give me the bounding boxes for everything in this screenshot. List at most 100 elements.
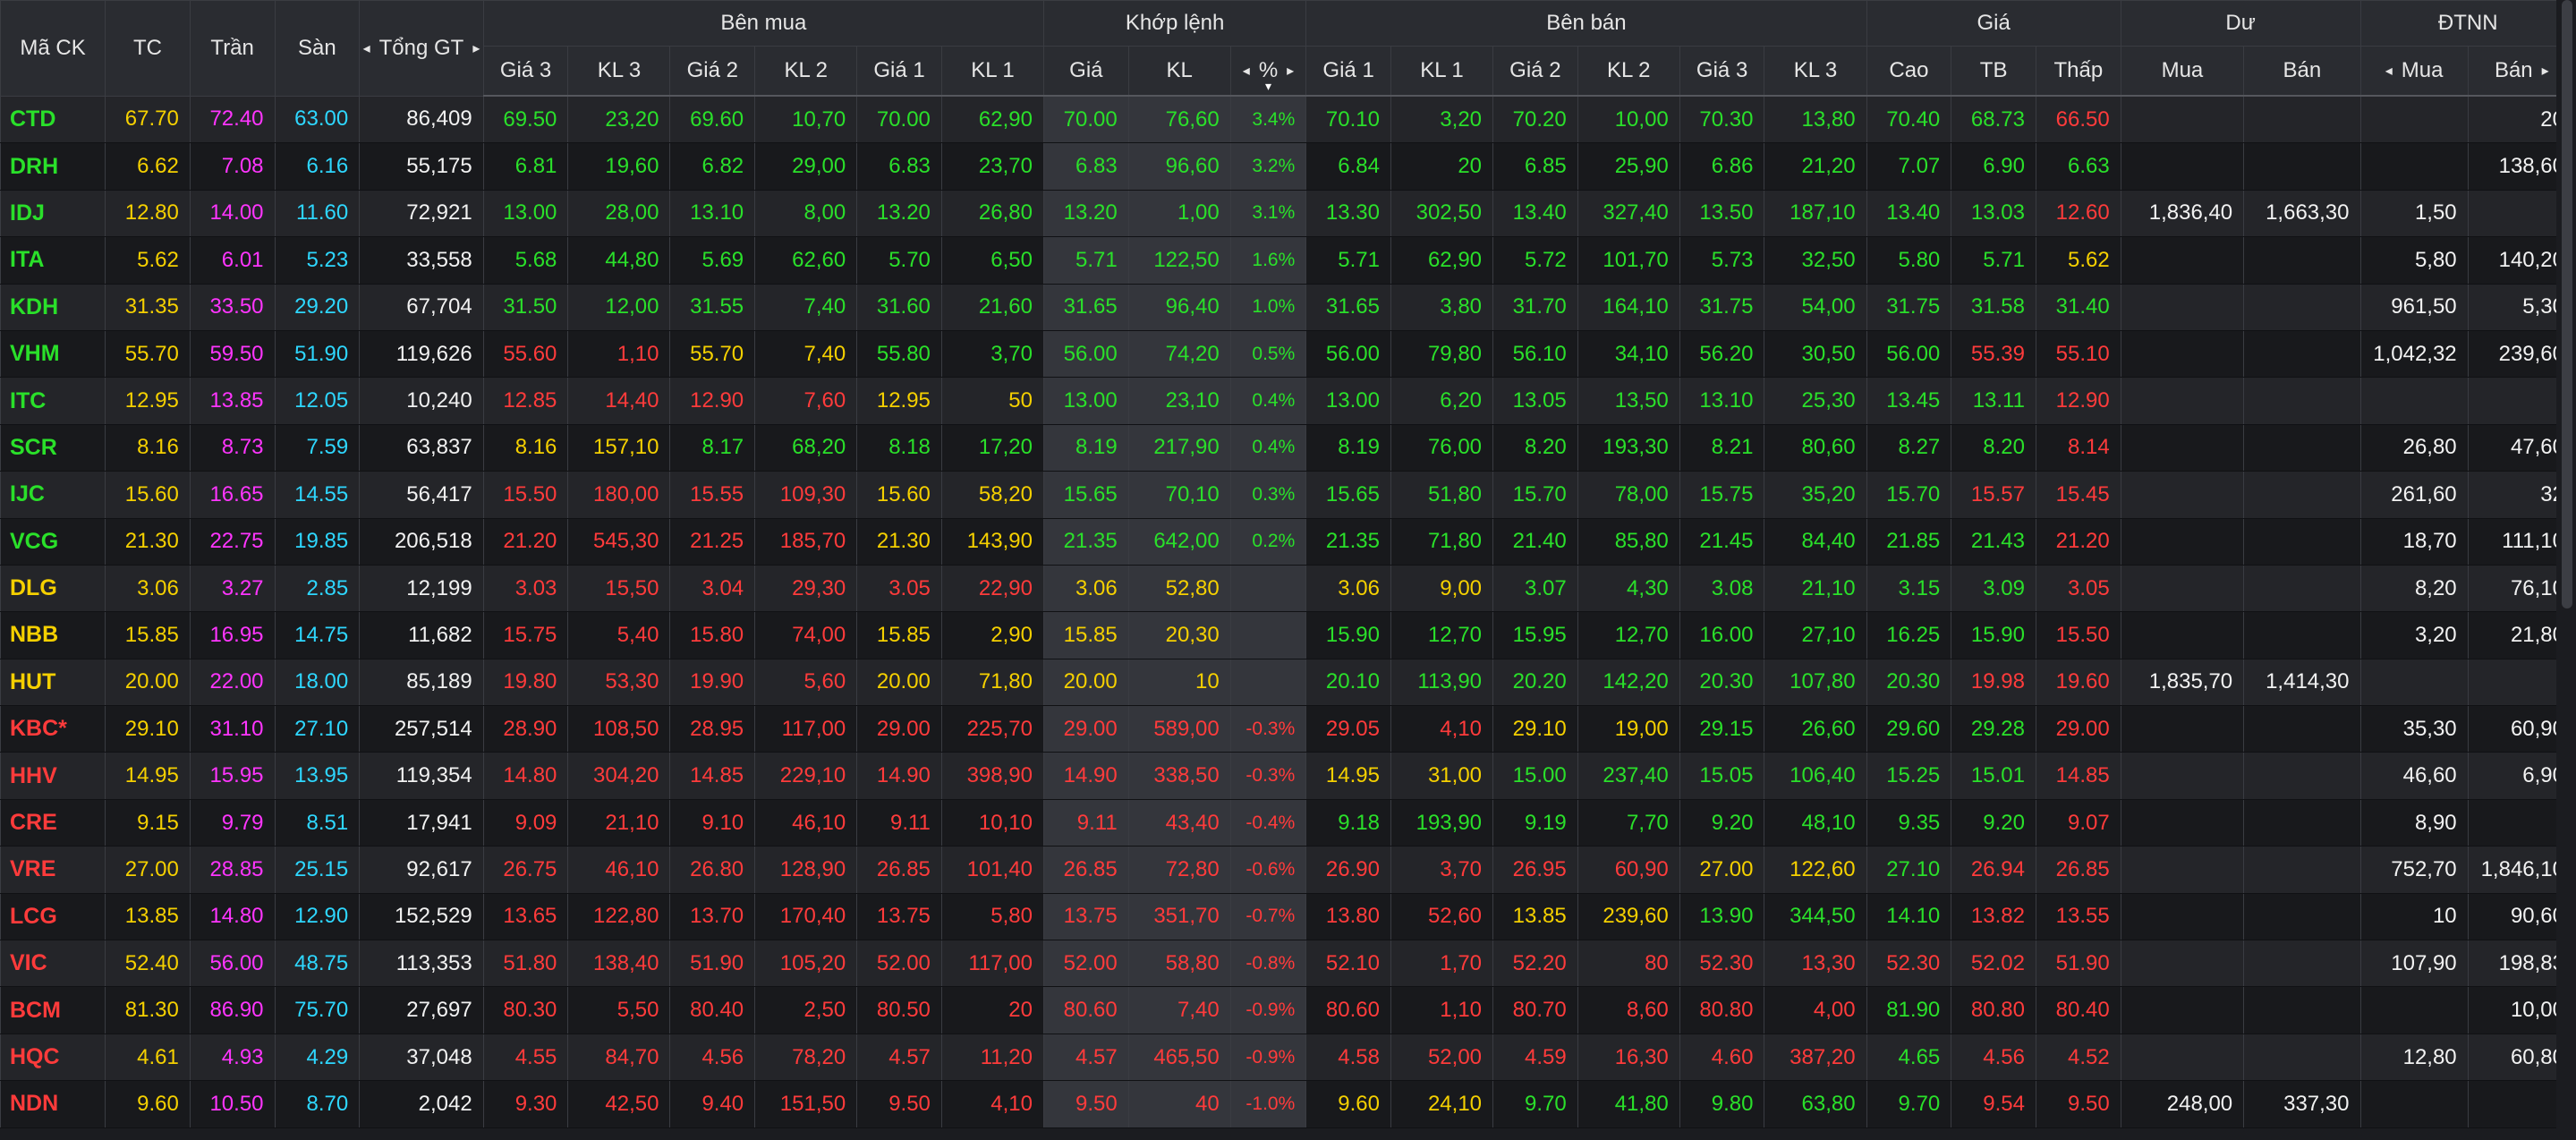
cell-symbol[interactable]: HUT: [0, 659, 106, 707]
cell-sell-vol-2: 164,10: [1577, 284, 1680, 331]
table-row[interactable]: ITA 5.62 6.01 5.23 33,558 5.68 44,80 5.69 62,60 5…: [0, 236, 2576, 285]
table-row[interactable]: KDH 31.35 33.50 29.20 67,704 31.50 12,00 31.55 7…: [0, 284, 2576, 331]
cell-average: 13.82: [1951, 893, 2036, 941]
table-row[interactable]: NBB 15.85 16.95 14.75 11,682 15.75 5,40 15.80 74…: [0, 611, 2576, 659]
toggle-right-icon[interactable]: ▸: [1287, 62, 1294, 80]
col-header-residual-sell[interactable]: Bán: [2243, 46, 2361, 97]
cell-average: 31.58: [1951, 284, 2036, 331]
table-row[interactable]: IJC 15.60 16.65 14.55 56,417 15.50 180,00 15.55…: [0, 471, 2576, 519]
table-row[interactable]: DRH 6.62 7.08 6.16 55,175 6.81 19,60 6.82 29,00 6…: [0, 142, 2576, 191]
cell-symbol[interactable]: HQC: [0, 1034, 106, 1082]
cell-sell-vol-2: 19,00: [1577, 705, 1680, 753]
table-row[interactable]: HQC 4.61 4.93 4.29 37,048 4.55 84,70 4.56 78,20 4…: [0, 1034, 2576, 1082]
col-header-floor[interactable]: Sàn: [274, 0, 361, 97]
cell-symbol[interactable]: IJC: [0, 471, 106, 519]
col-header-sell-price-2[interactable]: Giá 2: [1492, 46, 1578, 97]
vertical-scrollbar[interactable]: [2556, 0, 2576, 1140]
cell-buy-price-3: 80.30: [482, 986, 569, 1034]
table-row[interactable]: SCR 8.16 8.73 7.59 63,837 8.16 157,10 8.17 68,20…: [0, 424, 2576, 472]
table-row[interactable]: VCG 21.30 22.75 19.85 206,518 21.20 545,30 21.2…: [0, 518, 2576, 566]
col-header-ceiling[interactable]: Trần: [189, 0, 276, 97]
cell-symbol[interactable]: CTD: [0, 96, 106, 144]
foreign-right-icon[interactable]: ▸: [2542, 62, 2549, 80]
col-header-match-vol[interactable]: KL: [1127, 46, 1231, 97]
cell-sell-vol-3: 27,10: [1764, 611, 1867, 659]
col-header-sell-vol-2[interactable]: KL 2: [1577, 46, 1680, 97]
table-row[interactable]: ITC 12.95 13.85 12.05 10,240 12.85 14,40 12.90 7…: [0, 377, 2576, 425]
cell-symbol[interactable]: ITA: [0, 236, 106, 285]
table-row[interactable]: BCM 81.30 86.90 75.70 27,697 80.30 5,50 80.40 2,…: [0, 986, 2576, 1034]
cell-symbol[interactable]: VCG: [0, 518, 106, 566]
table-row[interactable]: CTD 67.70 72.40 63.00 86,409 69.50 23,20 69.60 1…: [0, 96, 2576, 144]
cell-symbol[interactable]: NDN: [0, 1080, 106, 1128]
table-row[interactable]: NDN 9.60 10.50 8.70 2,042 9.30 42,50 9.40 151,50…: [0, 1080, 2576, 1128]
scroll-left-icon[interactable]: ◂: [363, 39, 370, 57]
foreign-left-icon[interactable]: ◂: [2385, 62, 2393, 80]
col-header-sell-vol-1[interactable]: KL 1: [1390, 46, 1494, 97]
table-row[interactable]: DLG 3.06 3.27 2.85 12,199 3.03 15,50 3.04 29,30 3…: [0, 565, 2576, 613]
cell-ceiling: 8.73: [189, 424, 276, 472]
table-row[interactable]: VHM 55.70 59.50 51.90 119,626 55.60 1,10 55.70 7…: [0, 330, 2576, 379]
col-header-match-price[interactable]: Giá: [1042, 46, 1129, 97]
cell-symbol[interactable]: ITC: [0, 377, 106, 425]
cell-residual-buy: [2120, 705, 2245, 753]
col-header-symbol[interactable]: Mã CK: [0, 0, 106, 97]
table-row[interactable]: KBC* 29.10 31.10 27.10 257,514 28.90 108,50 28.…: [0, 705, 2576, 753]
col-header-sell-price-1[interactable]: Giá 1: [1305, 46, 1391, 97]
col-header-total-value[interactable]: ◂ Tổng GT ▸: [359, 0, 484, 97]
cell-symbol[interactable]: DLG: [0, 565, 106, 613]
col-header-average[interactable]: TB: [1951, 46, 2036, 97]
cell-sell-price-3: 31.75: [1679, 284, 1765, 331]
col-header-buy-vol-3[interactable]: KL 3: [567, 46, 671, 97]
col-header-low[interactable]: Thấp: [2035, 46, 2121, 97]
col-header-high[interactable]: Cao: [1866, 46, 1952, 97]
col-header-buy-price-2[interactable]: Giá 2: [669, 46, 756, 97]
col-header-ref-price[interactable]: TC: [105, 0, 191, 97]
toggle-left-icon[interactable]: ◂: [1243, 62, 1250, 80]
scroll-right-icon[interactable]: ▸: [472, 39, 480, 57]
cell-sell-vol-2: 16,30: [1577, 1034, 1680, 1082]
cell-foreign-buy: 35,30: [2359, 705, 2469, 753]
cell-symbol[interactable]: NBB: [0, 611, 106, 659]
cell-buy-vol-1: 58,20: [940, 471, 1044, 519]
col-header-buy-vol-2[interactable]: KL 2: [754, 46, 858, 97]
cell-symbol[interactable]: SCR: [0, 424, 106, 472]
cell-symbol[interactable]: VHM: [0, 330, 106, 379]
sort-desc-icon[interactable]: ▾: [1265, 79, 1271, 94]
cell-symbol[interactable]: CRE: [0, 799, 106, 847]
table-row[interactable]: LCG 13.85 14.80 12.90 152,529 13.65 122,80 13.7…: [0, 893, 2576, 941]
cell-symbol[interactable]: HHV: [0, 752, 106, 800]
col-header-match-percent[interactable]: ◂ % ▸ ▾: [1229, 46, 1307, 97]
cell-ceiling: 28.85: [189, 846, 276, 894]
cell-symbol[interactable]: BCM: [0, 986, 106, 1034]
cell-sell-price-3: 13.10: [1679, 377, 1765, 425]
cell-sell-vol-3: 25,30: [1764, 377, 1867, 425]
cell-symbol[interactable]: DRH: [0, 142, 106, 191]
col-header-sell-vol-3[interactable]: KL 3: [1764, 46, 1867, 97]
col-header-sell-price-3[interactable]: Giá 3: [1679, 46, 1765, 97]
cell-symbol[interactable]: VRE: [0, 846, 106, 894]
cell-symbol[interactable]: KDH: [0, 284, 106, 331]
cell-symbol[interactable]: VIC: [0, 940, 106, 988]
cell-residual-sell: 1,414,30: [2243, 659, 2361, 707]
scrollbar-thumb[interactable]: [2562, 0, 2572, 608]
cell-ref-price: 13.85: [105, 893, 191, 941]
col-header-residual-buy[interactable]: Mua: [2120, 46, 2245, 97]
table-row[interactable]: HUT 20.00 22.00 18.00 85,189 19.80 53,30 19.90 5…: [0, 659, 2576, 707]
cell-symbol[interactable]: KBC*: [0, 705, 106, 753]
table-row[interactable]: VIC 52.40 56.00 48.75 113,353 51.80 138,40 51.9…: [0, 940, 2576, 988]
cell-low: 4.52: [2035, 1034, 2121, 1082]
cell-match-vol: 58,80: [1127, 940, 1231, 988]
col-header-buy-price-1[interactable]: Giá 1: [856, 46, 942, 97]
cell-symbol[interactable]: IDJ: [0, 190, 106, 238]
col-header-foreign-buy[interactable]: ◂ Mua: [2359, 46, 2469, 97]
col-header-buy-vol-1[interactable]: KL 1: [940, 46, 1044, 97]
table-row[interactable]: CRE 9.15 9.79 8.51 17,941 9.09 21,10 9.10 46,10 9…: [0, 799, 2576, 847]
cell-symbol[interactable]: LCG: [0, 893, 106, 941]
col-header-buy-price-3[interactable]: Giá 3: [482, 46, 569, 97]
table-row[interactable]: HHV 14.95 15.95 13.95 119,354 14.80 304,20 14.8…: [0, 752, 2576, 800]
cell-sell-price-1: 21.35: [1305, 518, 1391, 566]
table-row[interactable]: IDJ 12.80 14.00 11.60 72,921 13.00 28,00 13.10 8…: [0, 190, 2576, 238]
table-row[interactable]: VRE 27.00 28.85 25.15 92,617 26.75 46,10 26.80 1…: [0, 846, 2576, 894]
cell-sell-price-2: 4.59: [1492, 1034, 1578, 1082]
